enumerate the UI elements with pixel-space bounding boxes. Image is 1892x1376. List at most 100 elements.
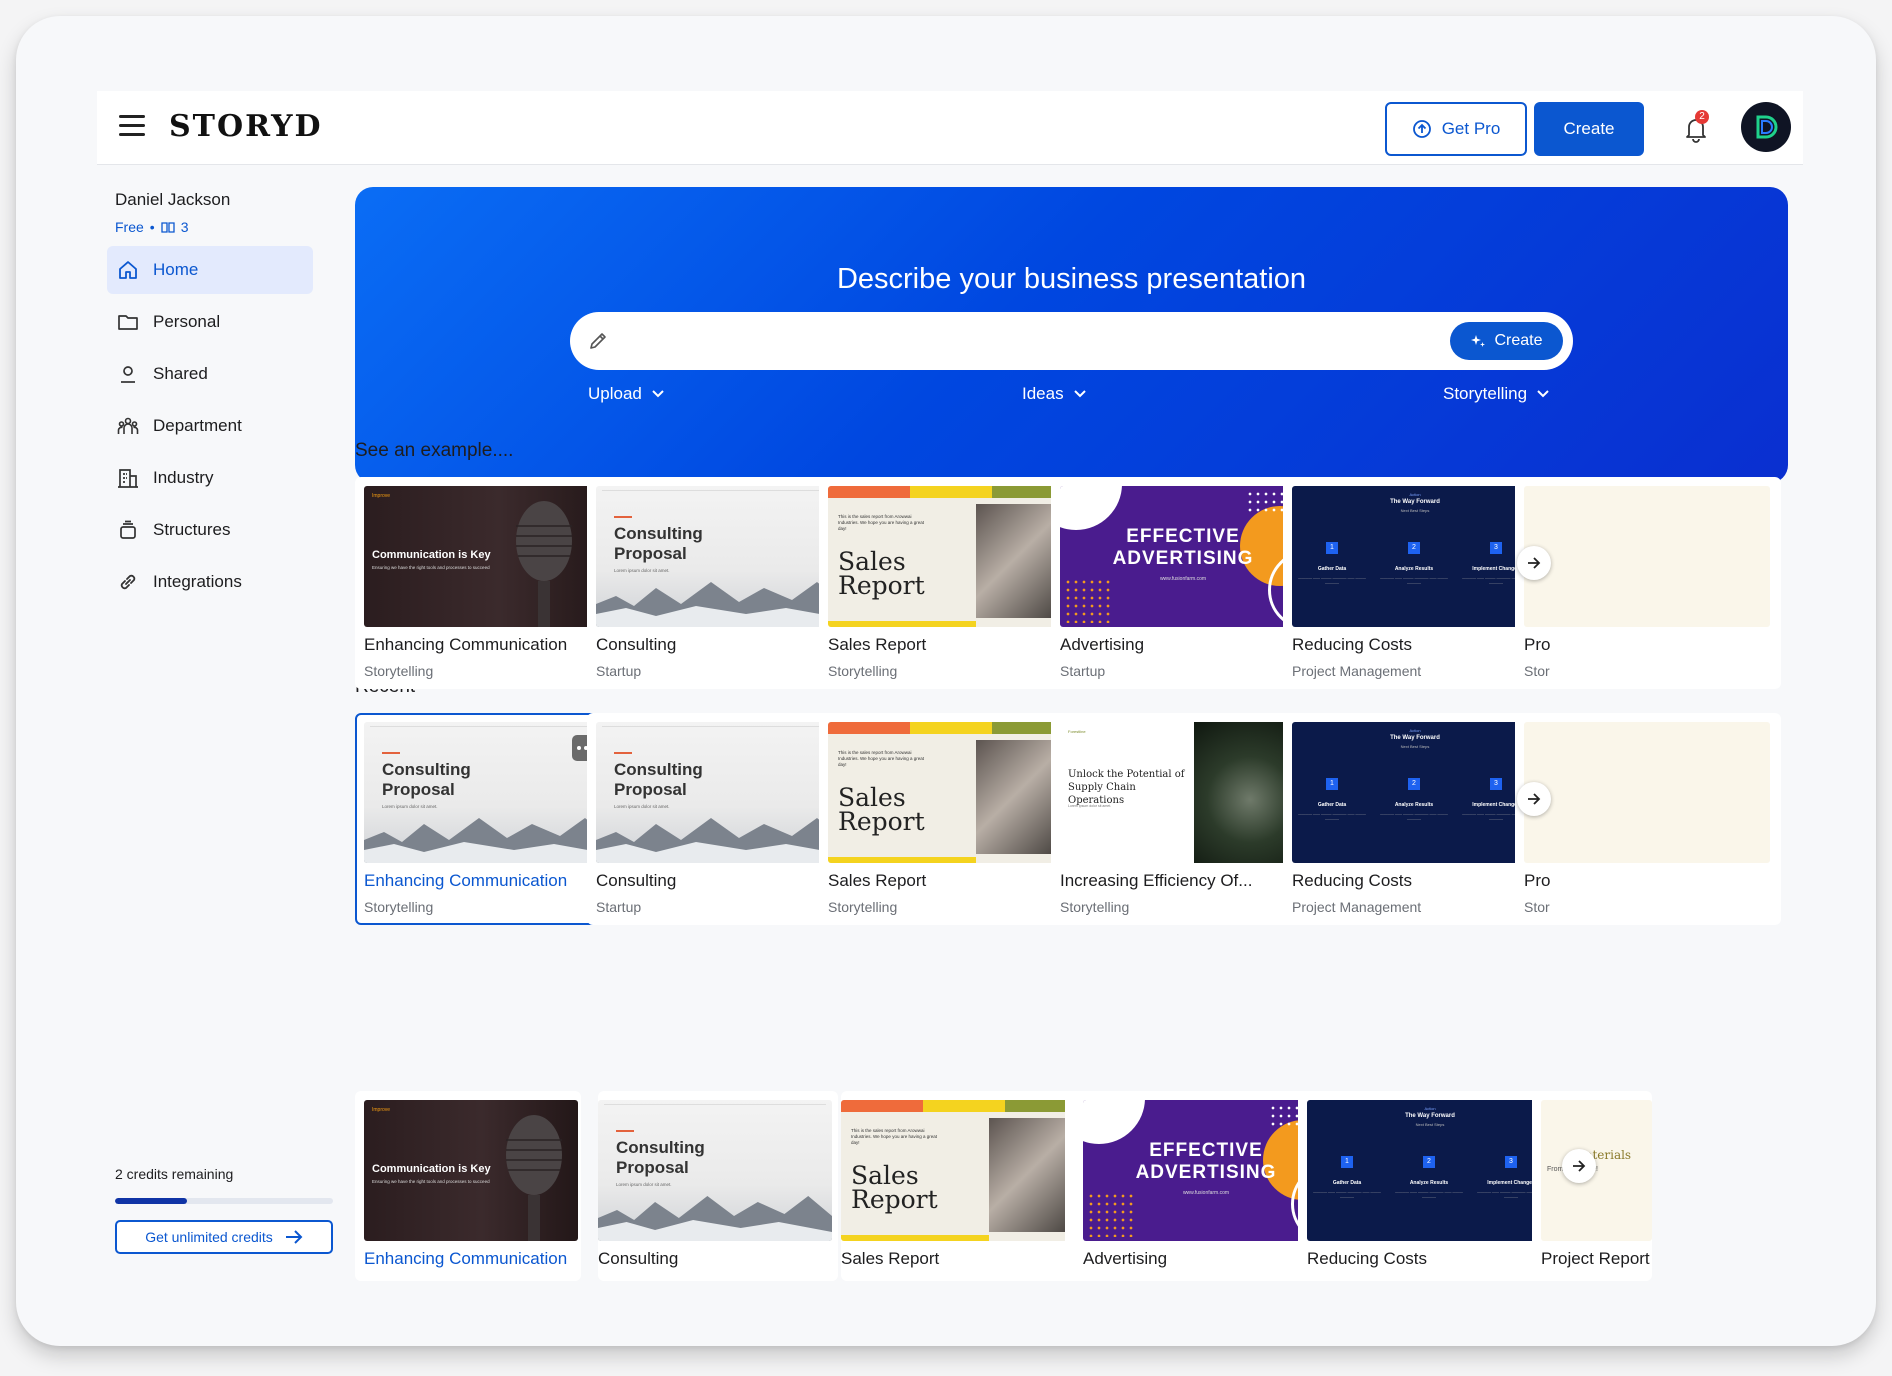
- card-title: Sales Report: [828, 635, 927, 654]
- more-card[interactable]: EFFECTIVE ADVERTISING www.fusionfarm.com …: [1065, 1091, 1331, 1281]
- card-thumbnail: This is the sales report from Arowwai In…: [828, 722, 1074, 863]
- get-pro-label: Get Pro: [1441, 119, 1501, 138]
- app-window: STORYD Get Pro Create 2 Daniel Jackson F…: [97, 91, 1803, 1281]
- thumb-subtext: Lorem ipsum dolor sit amet.: [614, 804, 670, 809]
- credits-remaining-text: 2 credits remaining: [115, 1166, 234, 1182]
- example-card[interactable]: Consulting Proposal Lorem ipsum dolor sit…: [587, 477, 853, 689]
- link-icon: [120, 574, 136, 590]
- card-thumbnail: Consulting Proposal Lorem ipsum dolor sit…: [596, 722, 842, 863]
- sidebar-item-shared[interactable]: Shared: [107, 350, 313, 398]
- more-card[interactable]: Materials From the house! Project Report: [1532, 1091, 1652, 1281]
- thumb-subtext: Next Best Steps: [1400, 508, 1430, 513]
- examples-next-button[interactable]: [1517, 546, 1551, 580]
- thumb-step: Analyze Results: [1409, 1180, 1449, 1186]
- thumb-subtext: Next Best Steps: [1415, 1122, 1445, 1127]
- recent-card[interactable]: Consulting Proposal Lorem ipsum dolor sit…: [355, 713, 621, 925]
- get-unlimited-credits-button[interactable]: Get unlimited credits: [115, 1220, 333, 1254]
- thumb-brand: Improve: [372, 1107, 391, 1113]
- card-category: Storytelling: [828, 663, 898, 679]
- more-card[interactable]: Improve Communication is Key Ensuring we…: [355, 1091, 581, 1281]
- sidebar-item-structures[interactable]: Structures: [107, 506, 313, 554]
- thumb-heading-line: Proposal: [616, 1158, 689, 1177]
- recent-next-button[interactable]: [1517, 782, 1551, 816]
- example-card[interactable]: Improve Communication is Key Ensuring we…: [355, 477, 621, 689]
- book-icon: [161, 222, 175, 233]
- recent-card[interactable]: Pro Stor: [1515, 713, 1781, 925]
- ideas-dropdown[interactable]: Ideas: [1022, 384, 1086, 404]
- storytelling-dropdown[interactable]: Storytelling: [1443, 384, 1549, 404]
- recent-card[interactable]: Action The Way Forward Next Best Steps 1…: [1283, 713, 1549, 925]
- card-title: Consulting: [598, 1249, 679, 1268]
- thumb-subtext: This is the sales report from Arowwai In…: [838, 514, 924, 531]
- mountains-image: [364, 818, 610, 863]
- recent-card[interactable]: Consulting Proposal Lorem ipsum dolor sit…: [587, 713, 853, 925]
- thumb-subtext: Ensuring we have the right tools and pro…: [372, 565, 490, 570]
- more-next-button[interactable]: [1562, 1149, 1596, 1183]
- card-category: Startup: [596, 663, 642, 679]
- thumb-step: Gather Data: [1332, 1180, 1362, 1186]
- sidebar-item-personal[interactable]: Personal: [107, 298, 313, 346]
- storytelling-label: Storytelling: [1443, 384, 1528, 403]
- prompt-create-label: Create: [1494, 332, 1543, 349]
- example-card[interactable]: This is the sales report from Arowwai In…: [819, 477, 1085, 689]
- presentation-description-input[interactable]: [630, 324, 1450, 358]
- recent-card[interactable]: Forestline Unlock the Potential of Suppl…: [1051, 713, 1317, 925]
- more-card[interactable]: Action The Way Forward Next Best Steps 1…: [1298, 1091, 1564, 1281]
- thumb-subtext: Next Best Steps: [1400, 744, 1430, 749]
- sidebar-item-home[interactable]: Home: [107, 246, 313, 294]
- app-logo[interactable]: STORYD: [169, 109, 323, 144]
- card-thumbnail: Improve Communication is Key Ensuring we…: [364, 1100, 578, 1241]
- thumb-heading-line: Report: [838, 571, 925, 600]
- example-card[interactable]: EFFECTIVE ADVERTISING www.fusionfarm.com …: [1051, 477, 1317, 689]
- prompt-create-button[interactable]: Create: [1450, 322, 1563, 360]
- thumb-subtext: Ensuring we have the right tools and pro…: [372, 1179, 490, 1184]
- card-thumbnail: Action The Way Forward Next Best Steps 1…: [1292, 486, 1538, 627]
- thumb-heading-line: Proposal: [614, 780, 687, 799]
- arrow-right-icon: [1528, 793, 1541, 805]
- thumb-heading-line: Consulting: [382, 760, 471, 779]
- card-title: Project Report: [1541, 1249, 1650, 1268]
- card-thumbnail: [1524, 722, 1770, 863]
- get-pro-button[interactable]: Get Pro: [1385, 102, 1527, 156]
- card-title: Enhancing Communication: [364, 871, 568, 890]
- create-button[interactable]: Create: [1534, 102, 1644, 156]
- thumb-subtext: Lorem ipsum dolor sit amet.: [614, 568, 670, 573]
- user-avatar[interactable]: [1741, 102, 1791, 152]
- card-thumbnail: Action The Way Forward Next Best Steps 1…: [1307, 1100, 1553, 1241]
- stack-icon: [120, 520, 136, 539]
- credits-progress-fill: [115, 1198, 187, 1204]
- thumb-kicker: Forestline: [1068, 729, 1086, 734]
- hamburger-menu-icon[interactable]: [119, 115, 145, 137]
- more-row: Improve Communication is Key Ensuring we…: [355, 1091, 1803, 1281]
- thumb-heading-line: Proposal: [382, 780, 455, 799]
- thumb-heading: Consulting Proposal: [614, 524, 703, 564]
- thumb-heading: Consulting Proposal: [614, 760, 703, 800]
- thumb-heading-line: Consulting: [614, 524, 703, 543]
- building-icon: [118, 469, 138, 488]
- example-card[interactable]: Pro Stor: [1515, 477, 1781, 689]
- thumb-url: www.fusionfarm.com: [1159, 576, 1207, 582]
- upload-dropdown[interactable]: Upload: [588, 384, 664, 404]
- more-card[interactable]: Consulting Proposal Lorem ipsum dolor sit…: [598, 1091, 838, 1281]
- card-category: Startup: [1060, 663, 1106, 679]
- thumb-kicker: Action: [1409, 728, 1421, 733]
- sidebar-item-integrations[interactable]: Integrations: [107, 558, 313, 606]
- thumb-heading: Consulting Proposal: [616, 1138, 705, 1178]
- thumb-heading-line: Report: [851, 1185, 938, 1214]
- recent-card[interactable]: This is the sales report from Arowwai In…: [819, 713, 1085, 925]
- thumb-heading: Communication is Key: [372, 549, 491, 561]
- thumb-kicker: Action: [1409, 492, 1421, 497]
- sidebar-item-industry[interactable]: Industry: [107, 454, 313, 502]
- card-thumbnail: Improve Communication is Key Ensuring we…: [364, 486, 610, 627]
- sidebar-item-label: Department: [153, 416, 242, 435]
- chevron-down-icon: [1073, 390, 1086, 398]
- device-frame: STORYD Get Pro Create 2 Daniel Jackson F…: [16, 16, 1876, 1346]
- chevron-down-icon: [652, 390, 664, 398]
- sidebar: Daniel Jackson Free • 3 Home Personal Sh…: [97, 166, 333, 1281]
- thumb-heading-line: ADVERTISING: [1112, 548, 1254, 569]
- microphone-image: [506, 1115, 562, 1241]
- sidebar-item-department[interactable]: Department: [107, 402, 313, 450]
- examples-section-title: See an example....: [355, 440, 514, 461]
- example-card[interactable]: Action The Way Forward Next Best Steps 1…: [1283, 477, 1549, 689]
- card-category: Stor: [1524, 663, 1550, 679]
